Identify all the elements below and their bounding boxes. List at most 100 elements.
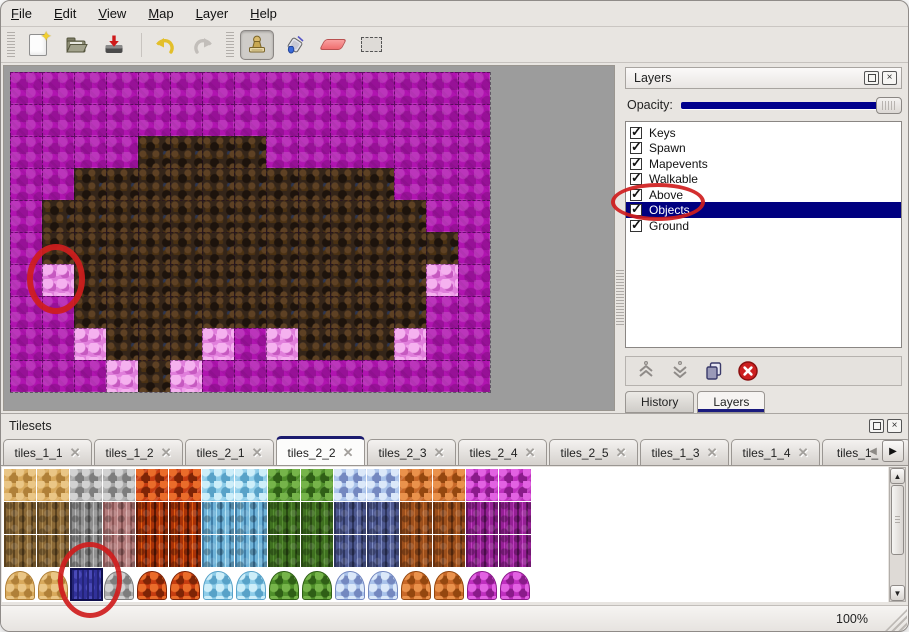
- map-tile-magenta-ground[interactable]: [298, 72, 330, 104]
- map-tile-brown-rock[interactable]: [394, 200, 426, 232]
- tileset-tile-bark[interactable]: [4, 502, 37, 535]
- tileset-tile-lava[interactable]: [136, 568, 169, 601]
- map-tile-brown-rock[interactable]: [330, 168, 362, 200]
- map-tile-brown-rock[interactable]: [330, 200, 362, 232]
- layer-up-button[interactable]: [634, 359, 658, 383]
- tileset-tile-bark[interactable]: [37, 535, 70, 568]
- map-canvas[interactable]: [3, 65, 615, 411]
- close-tab-icon[interactable]: ✕: [252, 446, 263, 459]
- map-tile-pink-rock[interactable]: [266, 328, 298, 360]
- map-tile-brown-rock[interactable]: [362, 232, 394, 264]
- tileset-tab-tiles_2_4[interactable]: tiles_2_4✕: [458, 439, 547, 465]
- map-tile-brown-rock[interactable]: [170, 296, 202, 328]
- layer-visible-checkbox[interactable]: ✓: [630, 220, 642, 232]
- map-tile-magenta-ground[interactable]: [330, 72, 362, 104]
- map-tile-magenta-ground[interactable]: [426, 136, 458, 168]
- tileset-tile-rockdark[interactable]: [400, 535, 433, 568]
- tileset-tile-lava[interactable]: [169, 469, 202, 502]
- map-tile-magenta-ground[interactable]: [106, 136, 138, 168]
- map-tile-magenta-ground[interactable]: [74, 136, 106, 168]
- tileset-tile-rockdark[interactable]: [400, 502, 433, 535]
- menu-edit[interactable]: Edit: [54, 6, 76, 21]
- map-tile-magenta-ground[interactable]: [362, 104, 394, 136]
- tileset-tile-sand[interactable]: [4, 469, 37, 502]
- tileset-tile-sand[interactable]: [4, 568, 37, 601]
- map-tile-pink-rock[interactable]: [74, 328, 106, 360]
- map-tile-brown-rock[interactable]: [42, 200, 74, 232]
- map-tile-magenta-ground[interactable]: [42, 136, 74, 168]
- map-tile-brown-rock[interactable]: [74, 168, 106, 200]
- map-tile-brown-rock[interactable]: [74, 296, 106, 328]
- tileset-tile-magdark[interactable]: [499, 502, 532, 535]
- map-tile-magenta-ground[interactable]: [362, 72, 394, 104]
- close-tab-icon[interactable]: ✕: [616, 446, 627, 459]
- scrollbar-track[interactable]: [890, 556, 905, 585]
- tileset-tile-crys[interactable]: [334, 469, 367, 502]
- tileset-tab-tiles_1_2[interactable]: tiles_1_2✕: [94, 439, 183, 465]
- close-tab-icon[interactable]: ✕: [798, 446, 809, 459]
- tileset-tile-rock[interactable]: [400, 469, 433, 502]
- map-tile-brown-rock[interactable]: [138, 232, 170, 264]
- tileset-tile-magdark[interactable]: [466, 535, 499, 568]
- layer-row-above[interactable]: ✓Above: [626, 187, 901, 203]
- map-tile-brown-rock[interactable]: [74, 200, 106, 232]
- layer-down-button[interactable]: [668, 359, 692, 383]
- map-tile-magenta-ground[interactable]: [330, 136, 362, 168]
- tileset-tile-sand[interactable]: [37, 469, 70, 502]
- scroll-down-icon[interactable]: ▼: [890, 585, 905, 601]
- map-tile-brown-rock[interactable]: [202, 168, 234, 200]
- tileset-tile-magdark[interactable]: [499, 535, 532, 568]
- tileset-tile-lava[interactable]: [136, 469, 169, 502]
- delete-layer-button[interactable]: [736, 359, 760, 383]
- toolbar-grip-icon[interactable]: [7, 32, 15, 58]
- map-tile-brown-rock[interactable]: [298, 200, 330, 232]
- opacity-slider-handle[interactable]: [876, 97, 902, 114]
- map-tile-magenta-ground[interactable]: [426, 296, 458, 328]
- map-tile-pink-rock[interactable]: [106, 360, 138, 392]
- map-tile-brown-rock[interactable]: [330, 328, 362, 360]
- map-tile-magenta-ground[interactable]: [266, 104, 298, 136]
- layer-visible-checkbox[interactable]: ✓: [630, 158, 642, 170]
- select-button[interactable]: [354, 30, 388, 60]
- tileset-tile-mag[interactable]: [466, 568, 499, 601]
- map-tile-magenta-ground[interactable]: [330, 104, 362, 136]
- map-tile-magenta-ground[interactable]: [426, 200, 458, 232]
- map-tile-brown-rock[interactable]: [266, 200, 298, 232]
- eraser-button[interactable]: [316, 30, 350, 60]
- map-tile-magenta-ground[interactable]: [362, 136, 394, 168]
- menu-layer[interactable]: Layer: [196, 6, 229, 21]
- map-tile-magenta-ground[interactable]: [42, 328, 74, 360]
- map-tile-brown-rock[interactable]: [330, 296, 362, 328]
- map-tile-pink-rock[interactable]: [202, 328, 234, 360]
- map-tile-magenta-ground[interactable]: [458, 136, 490, 168]
- map-tile-magenta-ground[interactable]: [10, 264, 42, 296]
- tileset-tile-stone[interactable]: [70, 469, 103, 502]
- tileset-tile-vine[interactable]: [301, 568, 334, 601]
- map-tile-brown-rock[interactable]: [394, 296, 426, 328]
- save-button[interactable]: [97, 30, 131, 60]
- map-tile-magenta-ground[interactable]: [106, 104, 138, 136]
- tileset-tile-vinedark[interactable]: [301, 535, 334, 568]
- menu-help[interactable]: Help: [250, 6, 277, 21]
- map-tile-magenta-ground[interactable]: [74, 104, 106, 136]
- map-tile-brown-rock[interactable]: [362, 264, 394, 296]
- opacity-slider-track[interactable]: [681, 102, 898, 109]
- map-tile-brown-rock[interactable]: [202, 296, 234, 328]
- tileset-tile-magdark[interactable]: [466, 502, 499, 535]
- map-tile-magenta-ground[interactable]: [234, 360, 266, 392]
- tileset-tile-icecol[interactable]: [235, 502, 268, 535]
- map-tile-brown-rock[interactable]: [138, 264, 170, 296]
- menu-map[interactable]: Map: [148, 6, 173, 21]
- tileset-tile-graycol[interactable]: [70, 502, 103, 535]
- tileset-tile-rockdark[interactable]: [433, 535, 466, 568]
- layer-row-objects[interactable]: ✓Objects: [626, 202, 901, 218]
- scroll-tabs-left-icon[interactable]: ◀: [866, 441, 880, 461]
- dock-splitter[interactable]: [615, 63, 625, 413]
- map-tile-brown-rock[interactable]: [234, 136, 266, 168]
- close-tab-icon[interactable]: ✕: [161, 446, 172, 459]
- tileset-tab-tiles_2_3[interactable]: tiles_2_3✕: [367, 439, 456, 465]
- map-tile-brown-rock[interactable]: [266, 296, 298, 328]
- map-tile-brown-rock[interactable]: [170, 232, 202, 264]
- map-tile-brown-rock[interactable]: [298, 232, 330, 264]
- tileset-tile-icecol[interactable]: [202, 502, 235, 535]
